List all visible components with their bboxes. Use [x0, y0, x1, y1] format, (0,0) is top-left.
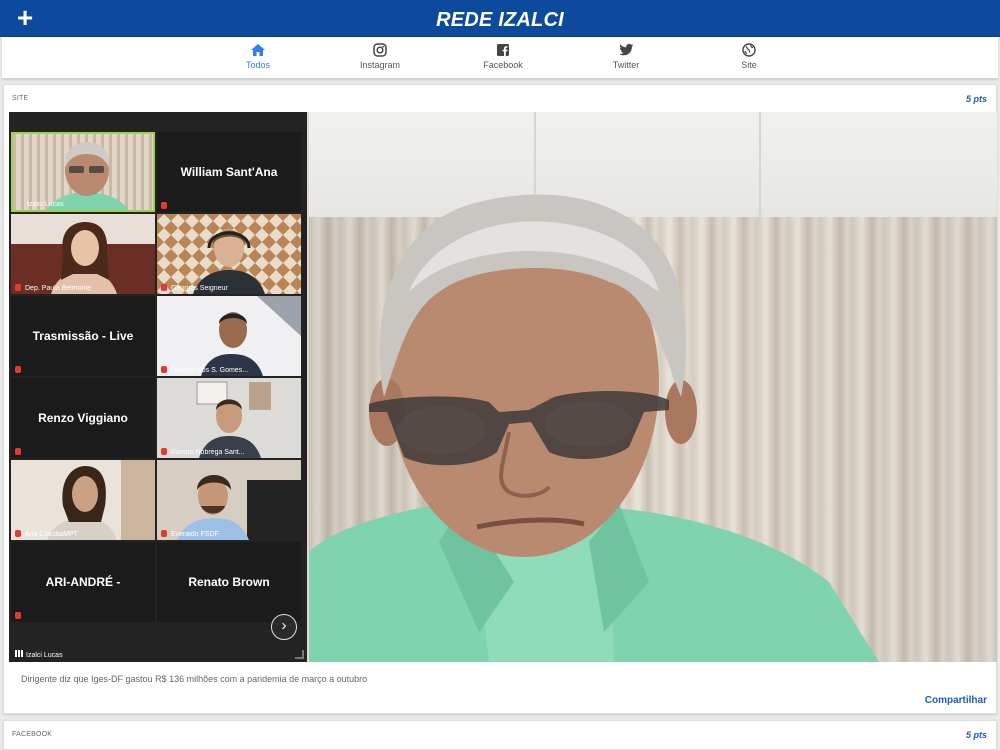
participant-tile[interactable]: Georges Seigneur [157, 214, 301, 294]
participant-tile[interactable]: Ana ClaudiaMPT [11, 460, 155, 540]
participant-tile[interactable]: Renzo Viggiano [11, 378, 155, 458]
participant-name: Renato Brown [188, 575, 270, 589]
mic-muted-icon [161, 366, 167, 373]
mic-muted-icon [161, 284, 167, 291]
participant-tile[interactable]: William Sant'Ana [157, 132, 301, 212]
app-header: + REDE IZALCI [0, 0, 1000, 37]
app-title: REDE IZALCI [436, 9, 564, 31]
mic-muted-icon [15, 612, 21, 619]
mic-muted-icon [161, 530, 167, 537]
filter-tabs: Todos Instagram Facebook Twitter Site [2, 37, 998, 79]
signal-icon [15, 650, 23, 657]
participant-tile[interactable]: Dickson dos S. Gomes... [157, 296, 301, 376]
participant-name: Trasmissão - Live [32, 329, 134, 343]
instagram-icon [373, 43, 387, 57]
globe-icon [742, 43, 756, 57]
tab-label: Todos [245, 60, 271, 70]
mic-muted-icon [15, 448, 21, 455]
participant-name: Dickson dos S. Gomes... [171, 367, 249, 374]
participant-name: Izalci Lucas [27, 201, 64, 208]
facebook-icon [497, 44, 509, 56]
active-speaker-label: Izalci Lucas [15, 650, 63, 659]
participant-video [157, 214, 301, 294]
participant-name: Ramiro Nóbrega Sant... [171, 449, 245, 456]
post-source: SITE [12, 95, 29, 102]
participant-name: Ana ClaudiaMPT [25, 531, 78, 538]
tab-todos[interactable]: Todos [218, 42, 298, 70]
participant-tile[interactable]: Renato Brown [157, 542, 301, 622]
participant-video [157, 460, 301, 540]
post-card: SITE 5 pts Izalci Lucas William Sant'Ana… [3, 84, 997, 714]
tab-label: Twitter [612, 60, 640, 70]
tab-twitter[interactable]: Twitter [586, 42, 666, 70]
mic-muted-icon [161, 448, 167, 455]
twitter-icon [618, 43, 633, 56]
post-source: FACEBOOK [12, 731, 53, 738]
tab-label: Site [741, 60, 757, 70]
participant-video [157, 296, 301, 376]
tab-instagram[interactable]: Instagram [340, 42, 420, 70]
participant-name: Everaldo FSDF [171, 531, 219, 538]
participant-tile[interactable]: Everaldo FSDF [157, 460, 301, 540]
post-video-thumbnail[interactable]: Izalci Lucas William Sant'Ana Dep. Paula… [9, 112, 997, 662]
participant-tile[interactable]: ARI-ANDRÉ - [11, 542, 155, 622]
participant-name: William Sant'Ana [180, 165, 278, 179]
active-speaker-name: Izalci Lucas [26, 652, 63, 659]
participant-tile[interactable]: Izalci Lucas [11, 132, 155, 212]
tab-label: Facebook [483, 60, 523, 70]
tab-label: Instagram [359, 60, 401, 70]
mic-muted-icon [15, 284, 21, 291]
resize-handle-icon[interactable] [295, 650, 304, 659]
participant-gallery: Izalci Lucas William Sant'Ana Dep. Paula… [9, 112, 307, 662]
participant-tile[interactable]: Ramiro Nóbrega Sant... [157, 378, 301, 458]
mic-muted-icon [15, 366, 21, 373]
post-points: 5 pts [965, 730, 987, 740]
participant-video [11, 214, 155, 294]
mic-muted-icon [161, 202, 167, 209]
share-button[interactable]: Compartilhar [925, 695, 987, 706]
mic-muted-icon [15, 530, 21, 537]
chevron-right-icon[interactable]: › [271, 614, 297, 640]
participant-tile[interactable]: Trasmissão - Live [11, 296, 155, 376]
tab-site[interactable]: Site [709, 42, 789, 70]
participant-name: Georges Seigneur [171, 285, 228, 292]
post-card: FACEBOOK 5 pts [3, 720, 997, 750]
participant-name: Dep. Paula Belmonte [25, 285, 92, 292]
post-caption[interactable]: Dirigente diz que Iges-DF gastou R$ 136 … [21, 674, 367, 684]
home-icon [251, 44, 265, 56]
participant-name: Renzo Viggiano [38, 411, 128, 425]
participant-video [157, 378, 301, 458]
participant-video [11, 460, 155, 540]
post-points: 5 pts [965, 94, 987, 104]
tab-facebook[interactable]: Facebook [463, 42, 543, 70]
participant-tile[interactable]: Dep. Paula Belmonte [11, 214, 155, 294]
participant-name: ARI-ANDRÉ - [45, 575, 121, 589]
